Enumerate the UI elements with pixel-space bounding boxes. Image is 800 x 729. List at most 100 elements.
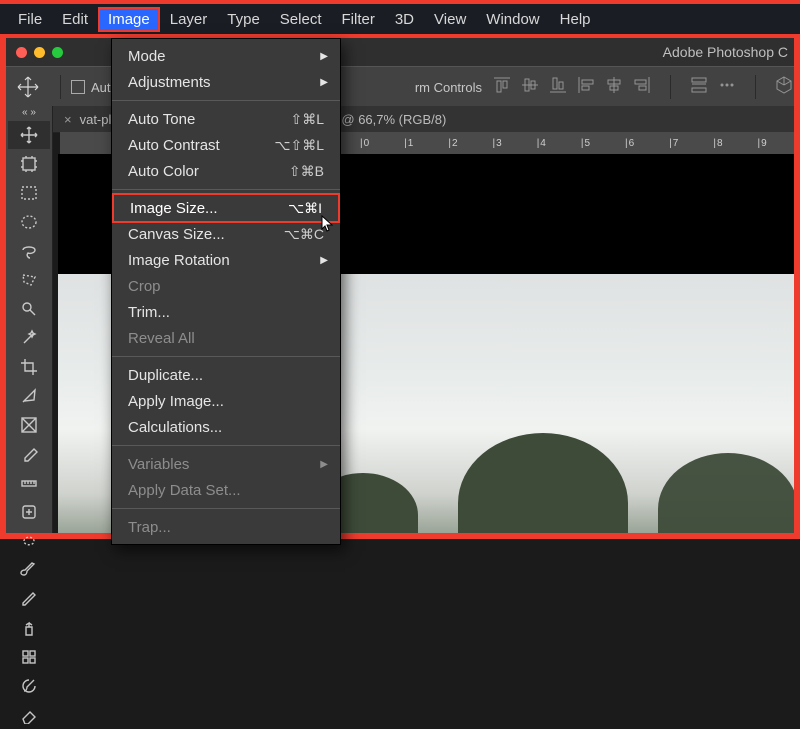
tool-marquee-rect[interactable]: [8, 179, 50, 207]
menu-separator: [112, 100, 340, 101]
menu-3d[interactable]: 3D: [385, 7, 424, 32]
align-top-icon[interactable]: [492, 75, 512, 95]
submenu-arrow-icon: ▶: [320, 51, 328, 62]
menu-separator: [112, 189, 340, 190]
menu-item-auto-color[interactable]: Auto Color⇧⌘B: [112, 158, 340, 184]
menu-help[interactable]: Help: [550, 7, 601, 32]
align-hcenter-icon[interactable]: [604, 75, 624, 95]
document-name[interactable]: vat-pl: [80, 112, 112, 127]
menu-file[interactable]: File: [8, 7, 52, 32]
submenu-arrow-icon: ▶: [320, 77, 328, 88]
align-bottom-icon[interactable]: [548, 75, 568, 95]
menu-item-label: Apply Data Set...: [128, 482, 324, 499]
menu-item-label: Apply Image...: [128, 393, 324, 410]
menu-item-reveal-all: Reveal All: [112, 325, 340, 351]
menu-item-shortcut: ⇧⌘B: [289, 163, 324, 180]
menu-item-shortcut: ⌥⇧⌘L: [274, 137, 324, 154]
menu-item-label: Calculations...: [128, 419, 324, 436]
menu-item-trim[interactable]: Trim...: [112, 299, 340, 325]
menu-item-auto-contrast[interactable]: Auto Contrast⌥⇧⌘L: [112, 132, 340, 158]
submenu-arrow-icon: ▶: [320, 459, 328, 470]
ruler-tick: |2: [448, 138, 458, 149]
menu-item-shortcut: ⌥⌘I: [288, 200, 322, 217]
tool-magic-wand[interactable]: [8, 324, 50, 352]
menu-item-label: Variables: [128, 456, 324, 473]
menu-item-shortcut: ⌥⌘C: [284, 226, 324, 243]
distribute-icon[interactable]: [689, 75, 709, 95]
image-menu-dropdown: Mode▶Adjustments▶Auto Tone⇧⌘LAuto Contra…: [111, 38, 341, 545]
tool-ruler[interactable]: [8, 469, 50, 497]
tool-artboard[interactable]: [8, 150, 50, 178]
menu-item-apply-data-set: Apply Data Set...: [112, 477, 340, 503]
tool-quick-select[interactable]: [8, 295, 50, 323]
minimize-window-button[interactable]: [34, 47, 45, 58]
ruler-tick: |9: [758, 138, 768, 149]
tool-slice[interactable]: [8, 382, 50, 410]
tool-history-brush[interactable]: [8, 672, 50, 700]
move-tool-icon[interactable]: [16, 75, 40, 99]
menu-item-label: Trap...: [128, 519, 324, 536]
menu-select[interactable]: Select: [270, 7, 332, 32]
tool-eyedropper[interactable]: [8, 440, 50, 468]
tool-poly-lasso[interactable]: [8, 266, 50, 294]
tool-patch[interactable]: [8, 527, 50, 555]
menu-item-canvas-size[interactable]: Canvas Size...⌥⌘C: [112, 221, 340, 247]
auto-select-checkbox[interactable]: [71, 80, 85, 94]
more-options-icon[interactable]: [717, 75, 737, 95]
close-tab-icon[interactable]: ×: [64, 112, 72, 127]
menu-item-label: Image Rotation: [128, 252, 324, 269]
align-buttons: [492, 75, 794, 99]
menu-item-label: Reveal All: [128, 330, 324, 347]
collapse-toolbox-icon[interactable]: « »: [6, 106, 52, 120]
ruler-tick: |7: [669, 138, 679, 149]
tool-pencil[interactable]: [8, 585, 50, 613]
menu-item-auto-tone[interactable]: Auto Tone⇧⌘L: [112, 106, 340, 132]
tool-pattern[interactable]: [8, 643, 50, 671]
tool-brush[interactable]: [8, 556, 50, 584]
menu-image[interactable]: Image: [98, 7, 160, 32]
menu-item-crop: Crop: [112, 273, 340, 299]
tool-eraser[interactable]: [8, 701, 50, 729]
menu-item-mode[interactable]: Mode▶: [112, 43, 340, 69]
menu-item-variables: Variables▶: [112, 451, 340, 477]
main-menubar: FileEditImageLayerTypeSelectFilter3DView…: [0, 0, 800, 38]
align-vcenter-icon[interactable]: [520, 75, 540, 95]
menu-item-label: Trim...: [128, 304, 324, 321]
menu-separator: [112, 445, 340, 446]
menu-item-label: Auto Color: [128, 163, 289, 180]
tool-healing[interactable]: [8, 498, 50, 526]
auto-select-label: Aut: [91, 80, 111, 95]
menu-view[interactable]: View: [424, 7, 476, 32]
menu-item-adjustments[interactable]: Adjustments▶: [112, 69, 340, 95]
menu-item-image-size[interactable]: Image Size...⌥⌘I: [112, 193, 340, 223]
ruler-tick: |8: [713, 138, 723, 149]
submenu-arrow-icon: ▶: [320, 255, 328, 266]
menu-item-shortcut: ⇧⌘L: [290, 111, 324, 128]
menu-edit[interactable]: Edit: [52, 7, 98, 32]
tool-marquee-ellipse[interactable]: [8, 208, 50, 236]
zoom-window-button[interactable]: [52, 47, 63, 58]
tool-frame[interactable]: [8, 411, 50, 439]
app-title: Adobe Photoshop C: [663, 44, 788, 60]
menu-item-label: Auto Contrast: [128, 137, 274, 154]
3d-mode-icon[interactable]: [774, 75, 794, 95]
menu-window[interactable]: Window: [476, 7, 549, 32]
tool-crop[interactable]: [8, 353, 50, 381]
menu-separator: [112, 356, 340, 357]
close-window-button[interactable]: [16, 47, 27, 58]
menu-filter[interactable]: Filter: [332, 7, 385, 32]
tool-clone[interactable]: [8, 614, 50, 642]
menu-separator: [112, 508, 340, 509]
menu-layer[interactable]: Layer: [160, 7, 218, 32]
menu-item-apply-image[interactable]: Apply Image...: [112, 388, 340, 414]
align-left-icon[interactable]: [576, 75, 596, 95]
menu-item-label: Duplicate...: [128, 367, 324, 384]
menu-item-image-rotation[interactable]: Image Rotation▶: [112, 247, 340, 273]
align-right-icon[interactable]: [632, 75, 652, 95]
menu-item-calculations[interactable]: Calculations...: [112, 414, 340, 440]
document-zoom-info: @ 66,7% (RGB/8): [341, 112, 446, 127]
menu-type[interactable]: Type: [217, 7, 270, 32]
tool-move[interactable]: [8, 121, 50, 149]
tool-lasso[interactable]: [8, 237, 50, 265]
menu-item-duplicate[interactable]: Duplicate...: [112, 362, 340, 388]
